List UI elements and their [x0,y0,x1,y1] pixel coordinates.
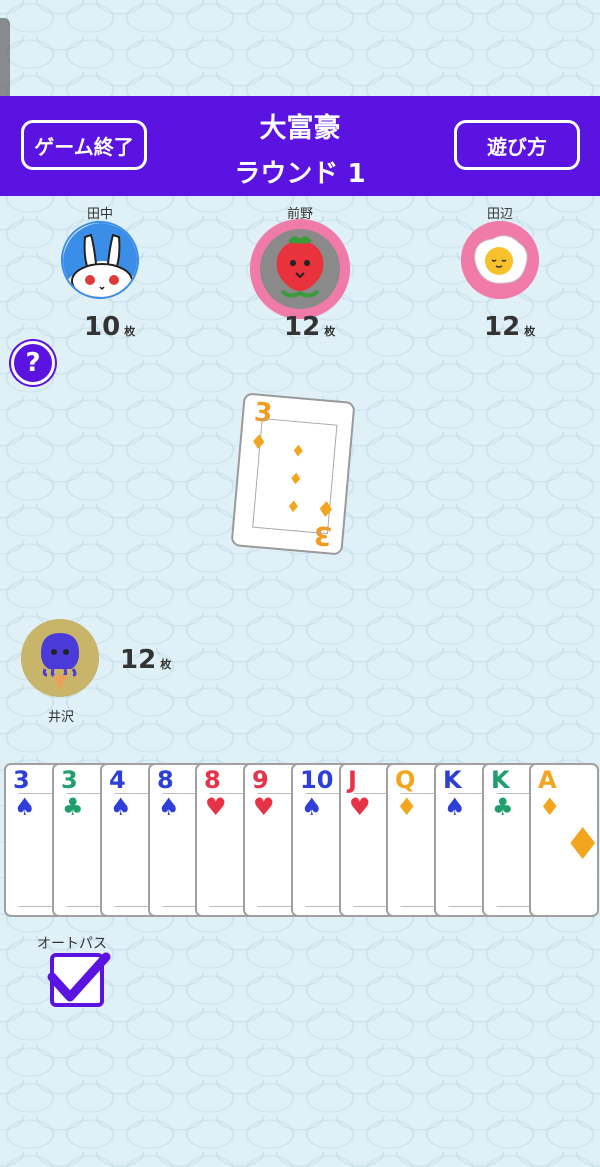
header-bar: 大富豪 ラウンド 1 ゲーム終了 遊び方 [0,96,600,196]
hand-card[interactable]: A ♦ ♦ [529,763,599,917]
opponent-name: 田中 [86,207,113,222]
rabbit-icon [61,221,139,299]
opponent-card-count: 10 枚 [84,312,136,342]
player-hand: 3 ♠ 3 ♣ 4 ♠ 8 ♠ 8 ♥ 9 ♥ 10 ♠ J ♥ Q ♦ K ♠ K ♣ A ♦ ♦ [0,763,600,919]
help-button[interactable]: ? [11,341,55,385]
opponent-maeno: 前野 [245,203,355,319]
end-game-button[interactable]: ゲーム終了 [21,120,147,170]
played-card: 3 3 ♦ ♦ ♦ ♦ ♦ [230,392,356,556]
opponent-card-count: 12 枚 [284,312,336,342]
diamond-icon: ♦ [290,440,307,461]
diamond-icon: ♦ [248,429,269,455]
diamond-icon: ♦ [314,497,337,524]
diamond-icon: ♦ [539,793,561,821]
player-name: 井沢 [48,710,75,725]
octopus-ice-cream-icon [21,619,99,697]
fried-egg-icon [461,221,539,299]
player-card-count: 12 枚 [120,645,172,675]
diamond-icon: ♦ [287,468,304,489]
autopass-checkbox[interactable] [47,952,111,1007]
opponent-name: 田辺 [486,207,513,222]
checkmark-icon [47,952,111,1002]
opponent-card-count: 12 枚 [484,312,536,342]
diamond-icon: ♦ [285,496,302,517]
diamond-icon: ♦ [563,819,599,870]
opponent-tanaka: 田中 [45,203,155,299]
how-to-play-button[interactable]: 遊び方 [454,120,580,170]
strawberry-icon [250,219,350,319]
opponent-tanabe: 田辺 [445,203,555,299]
